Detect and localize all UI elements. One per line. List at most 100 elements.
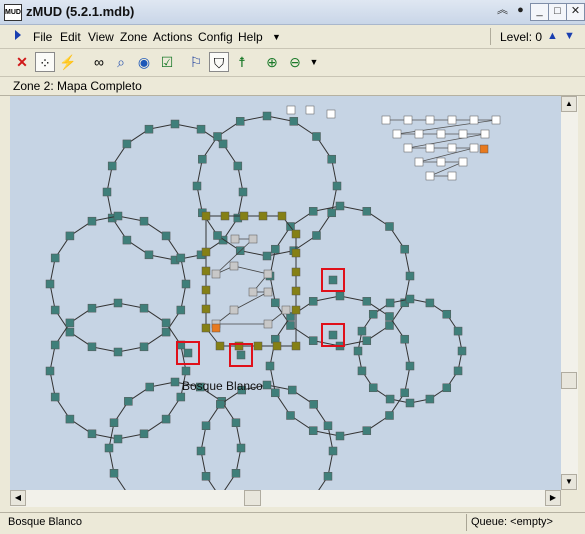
map-room[interactable] bbox=[353, 346, 363, 356]
map-room[interactable] bbox=[176, 253, 186, 263]
map-room[interactable] bbox=[230, 234, 240, 244]
map-room[interactable] bbox=[211, 323, 221, 333]
dotted-grid-icon[interactable]: ⁘ bbox=[35, 52, 55, 72]
map-room[interactable] bbox=[170, 119, 180, 129]
menu-file[interactable]: File bbox=[33, 30, 52, 44]
map-room[interactable] bbox=[291, 248, 301, 258]
map-room[interactable] bbox=[170, 377, 180, 387]
map-room[interactable] bbox=[362, 336, 372, 345]
map-room[interactable] bbox=[265, 361, 275, 371]
map-room[interactable] bbox=[181, 366, 191, 376]
mapper-walk-icon[interactable]: ⚐ bbox=[186, 52, 206, 72]
map-room[interactable] bbox=[291, 286, 301, 296]
map-room[interactable] bbox=[288, 385, 297, 395]
menu-edit[interactable]: Edit bbox=[60, 30, 81, 44]
map-room[interactable] bbox=[272, 341, 282, 351]
map-room[interactable] bbox=[328, 275, 338, 285]
collapse-toolbar-icon[interactable]: ︽ bbox=[494, 3, 511, 19]
map-room[interactable] bbox=[332, 181, 342, 191]
map-room[interactable] bbox=[122, 139, 132, 149]
map-room[interactable] bbox=[65, 318, 75, 328]
scroll-down-icon[interactable]: ▼ bbox=[561, 474, 577, 490]
vertical-scroll-thumb[interactable] bbox=[561, 372, 577, 389]
map-room[interactable] bbox=[326, 109, 336, 119]
map-room[interactable] bbox=[442, 309, 452, 319]
map-room[interactable] bbox=[231, 469, 241, 478]
map-room[interactable] bbox=[263, 287, 273, 297]
map-room[interactable] bbox=[286, 411, 295, 420]
globe-icon[interactable]: ◉ bbox=[134, 52, 154, 72]
map-room[interactable] bbox=[139, 303, 149, 313]
map-room[interactable] bbox=[425, 171, 435, 181]
map-room[interactable] bbox=[104, 443, 114, 453]
map-room[interactable] bbox=[368, 309, 378, 319]
map-room[interactable] bbox=[262, 251, 272, 261]
scroll-right-icon[interactable]: ▶ bbox=[545, 490, 561, 506]
map-room[interactable] bbox=[139, 429, 149, 439]
map-room[interactable] bbox=[122, 235, 132, 245]
map-room[interactable] bbox=[335, 431, 345, 441]
map-room[interactable] bbox=[239, 211, 249, 221]
map-room[interactable] bbox=[323, 421, 333, 430]
map-room[interactable] bbox=[263, 319, 273, 329]
map-room[interactable] bbox=[65, 231, 75, 241]
map-room[interactable] bbox=[253, 341, 263, 351]
map-room[interactable] bbox=[201, 266, 211, 276]
map-room[interactable] bbox=[425, 394, 435, 404]
map-room[interactable] bbox=[50, 340, 60, 350]
map-room[interactable] bbox=[271, 244, 280, 254]
map-room[interactable] bbox=[305, 105, 315, 115]
map-room[interactable] bbox=[335, 291, 345, 301]
map-room[interactable] bbox=[414, 157, 424, 167]
map-room[interactable] bbox=[308, 207, 318, 216]
map-room[interactable] bbox=[145, 382, 154, 392]
map-room[interactable] bbox=[385, 222, 394, 231]
map-room[interactable] bbox=[385, 312, 394, 321]
map-room[interactable] bbox=[327, 154, 336, 164]
map-room[interactable] bbox=[491, 115, 501, 125]
map-room[interactable] bbox=[308, 336, 318, 345]
map-room[interactable] bbox=[425, 115, 435, 125]
map-room[interactable] bbox=[139, 342, 149, 352]
menu-config[interactable]: Config bbox=[198, 30, 233, 44]
scroll-left-icon[interactable]: ◀ bbox=[10, 490, 26, 506]
map-room[interactable] bbox=[291, 267, 301, 277]
map-room[interactable] bbox=[312, 132, 321, 141]
map-room[interactable] bbox=[231, 418, 241, 427]
zoom-dropdown-icon[interactable]: ▼ bbox=[304, 52, 324, 72]
map-room[interactable] bbox=[216, 400, 225, 409]
map-room[interactable] bbox=[309, 400, 318, 409]
map-room[interactable] bbox=[65, 327, 75, 337]
map-room[interactable] bbox=[87, 216, 97, 226]
map-room[interactable] bbox=[362, 426, 372, 435]
menu-zone[interactable]: Zone bbox=[120, 30, 147, 44]
zoom-in-icon[interactable]: ⊕ bbox=[262, 52, 282, 72]
binoculars-icon[interactable]: ∞ bbox=[89, 52, 109, 72]
map-room[interactable] bbox=[308, 426, 318, 435]
minimize-button[interactable]: _ bbox=[530, 3, 549, 21]
mapper-select-icon[interactable]: ⛉ bbox=[209, 52, 229, 72]
map-room[interactable] bbox=[362, 297, 372, 306]
map-room[interactable] bbox=[414, 129, 424, 139]
map-room[interactable] bbox=[368, 383, 378, 393]
map-room[interactable] bbox=[161, 231, 171, 241]
map-room[interactable] bbox=[139, 216, 149, 226]
map-room[interactable] bbox=[198, 154, 207, 164]
map-room[interactable] bbox=[385, 321, 394, 330]
map-room[interactable] bbox=[291, 229, 301, 239]
map-room[interactable] bbox=[289, 117, 299, 126]
map-room[interactable] bbox=[144, 250, 154, 260]
map-room[interactable] bbox=[323, 472, 333, 481]
map-room[interactable] bbox=[308, 297, 318, 306]
check-icon[interactable]: ☑ bbox=[157, 52, 177, 72]
map-room[interactable] bbox=[385, 298, 395, 308]
map-room[interactable] bbox=[45, 279, 55, 289]
map-room[interactable] bbox=[113, 434, 123, 444]
level-up-icon[interactable]: ▲ bbox=[547, 30, 558, 42]
map-room[interactable] bbox=[113, 347, 123, 357]
map-room[interactable] bbox=[469, 143, 479, 153]
map-room[interactable] bbox=[400, 244, 409, 254]
map-room[interactable] bbox=[192, 181, 202, 191]
map-room[interactable] bbox=[312, 231, 321, 240]
map-room[interactable] bbox=[479, 144, 489, 154]
